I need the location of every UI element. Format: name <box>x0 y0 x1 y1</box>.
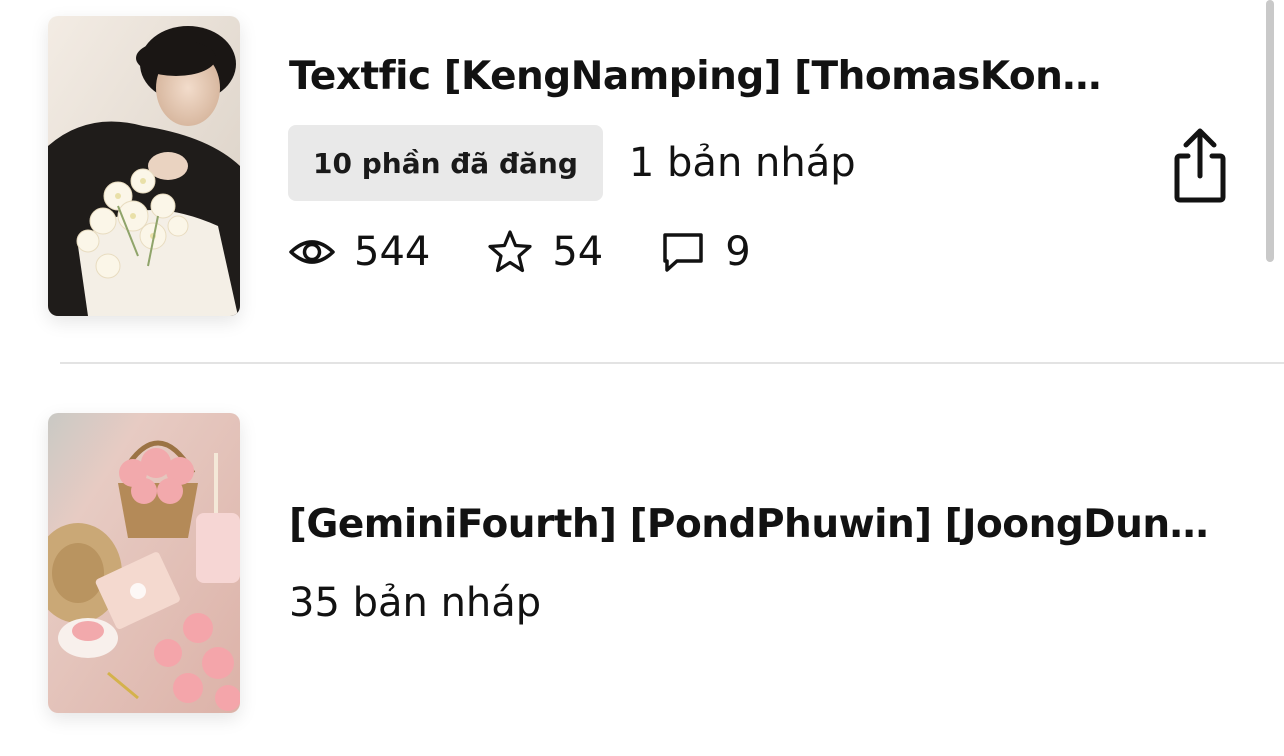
share-button[interactable] <box>1166 126 1234 206</box>
story-title[interactable]: [GeminiFourth] [PondPhuwin] [JoongDun… <box>289 500 1224 550</box>
my-stories-list: Textfic [KengNamping] [ThomasKon… 10 phầ… <box>0 0 1284 756</box>
star-icon <box>486 228 534 276</box>
draft-count: 1 bản nháp <box>628 140 856 186</box>
published-parts-badge[interactable]: 10 phần đã đăng <box>288 125 603 201</box>
story-item[interactable]: Textfic [KengNamping] [ThomasKon… 10 phầ… <box>0 0 1284 362</box>
scrollbar[interactable] <box>1266 0 1274 262</box>
story-item[interactable]: [GeminiFourth] [PondPhuwin] [JoongDun… 3… <box>0 364 1284 756</box>
views-stat: 544 <box>288 228 430 276</box>
story-title[interactable]: Textfic [KengNamping] [ThomasKon… <box>289 52 1224 102</box>
story-stats: 544 54 9 <box>288 224 807 280</box>
share-icon <box>1174 128 1226 203</box>
comments-count: 9 <box>725 229 751 275</box>
eye-icon <box>288 228 336 276</box>
votes-count: 54 <box>552 229 604 275</box>
story-parts-row: 10 phần đã đăng 1 bản nháp <box>288 125 856 201</box>
draft-count: 35 bản nháp <box>289 580 542 626</box>
story-cover-image[interactable] <box>48 413 240 713</box>
comment-icon <box>659 228 707 276</box>
views-count: 544 <box>354 229 431 275</box>
votes-stat: 54 <box>486 228 603 276</box>
story-cover-image[interactable] <box>48 16 240 316</box>
comments-stat: 9 <box>659 228 751 276</box>
